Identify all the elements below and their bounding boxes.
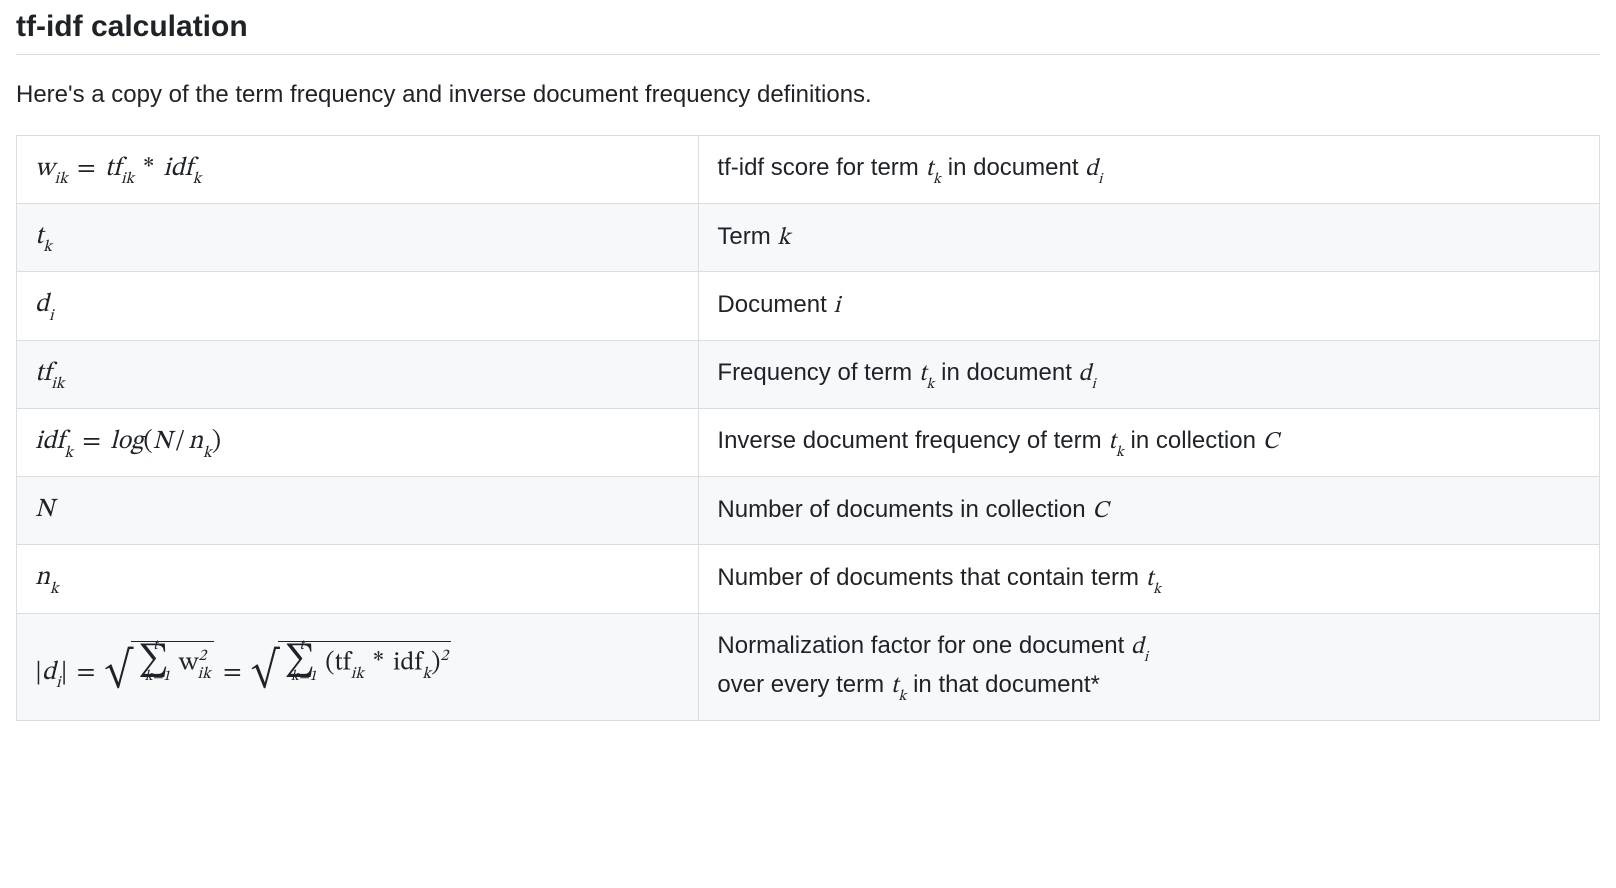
formula-cell: idfk = log(N/nk) [17,409,699,477]
definitions-tbody: wik = tfik * idfktf-idf score for term t… [17,135,1600,720]
description-cell: Number of documents that contain term tk [699,545,1600,613]
description-cell: Term k [699,203,1600,271]
formula-cell: N [17,477,699,545]
formula-cell: nk [17,545,699,613]
formula-cell: di [17,272,699,340]
definitions-table: wik = tfik * idfktf-idf score for term t… [16,135,1600,721]
table-row: |di| = √∑tk=1 w2ik = √∑tk=1 (tfik * idfk… [17,613,1600,720]
table-row: tkTerm k [17,203,1600,271]
formula-cell: |di| = √∑tk=1 w2ik = √∑tk=1 (tfik * idfk… [17,613,699,720]
table-row: idfk = log(N/nk)Inverse document frequen… [17,409,1600,477]
table-row: NNumber of documents in collection C [17,477,1600,545]
table-row: wik = tfik * idfktf-idf score for term t… [17,135,1600,203]
description-cell: Frequency of term tk in document di [699,340,1600,408]
table-row: tfikFrequency of term tk in document di [17,340,1600,408]
description-cell: Document i [699,272,1600,340]
description-cell: Normalization factor for one document di… [699,613,1600,720]
table-row: diDocument i [17,272,1600,340]
table-row: nkNumber of documents that contain term … [17,545,1600,613]
formula-cell: wik = tfik * idfk [17,135,699,203]
page-title: tf-idf calculation [16,8,1600,55]
description-cell: Number of documents in collection C [699,477,1600,545]
description-cell: Inverse document frequency of term tk in… [699,409,1600,477]
document-page: tf-idf calculation Here's a copy of the … [0,0,1616,745]
formula-cell: tfik [17,340,699,408]
description-cell: tf-idf score for term tk in document di [699,135,1600,203]
intro-paragraph: Here's a copy of the term frequency and … [16,77,1600,113]
formula-cell: tk [17,203,699,271]
